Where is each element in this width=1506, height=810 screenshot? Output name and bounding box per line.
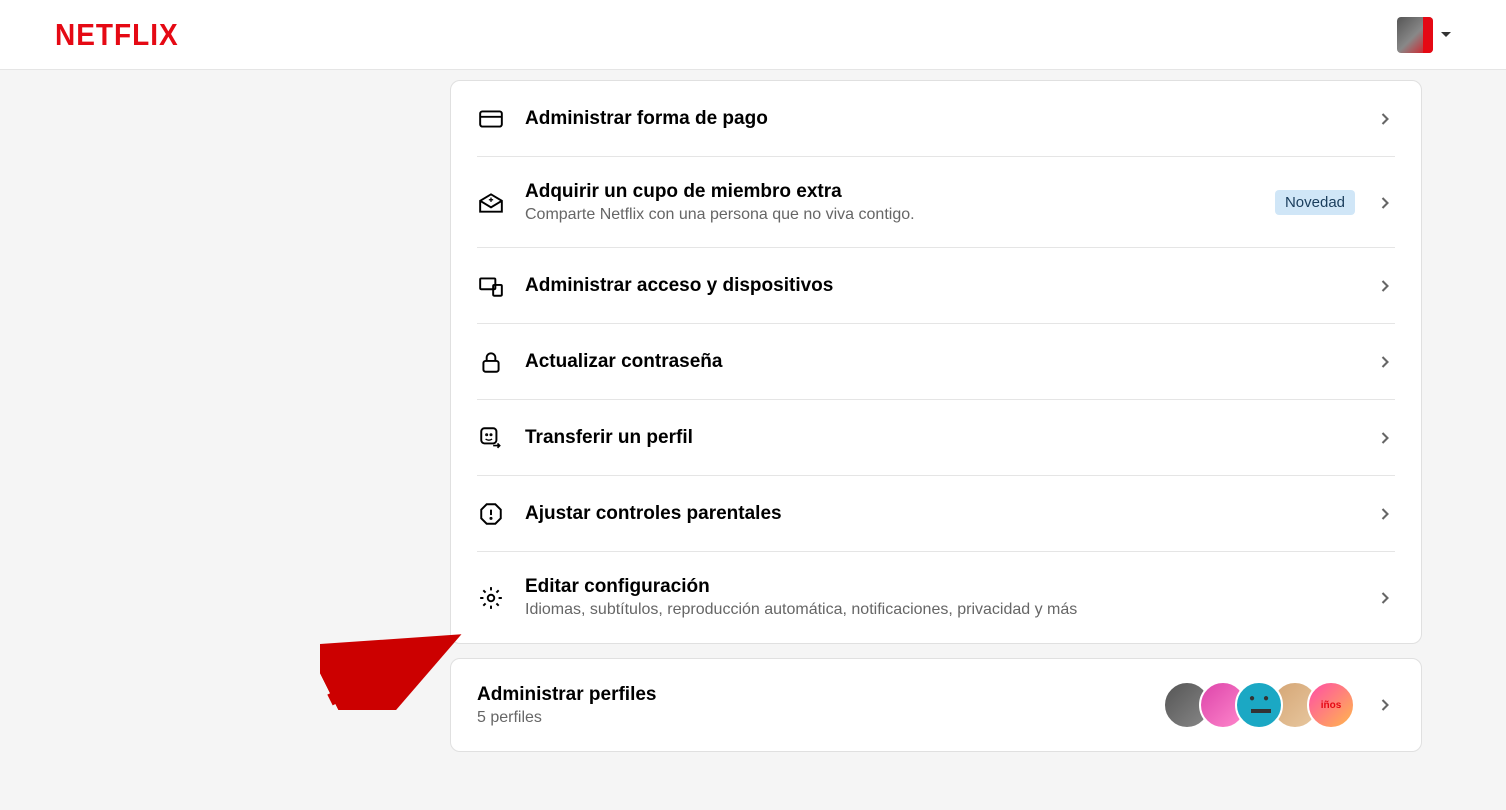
content-area: Administrar forma de pago Adquirir un cu…	[0, 70, 1506, 752]
gear-icon	[477, 584, 505, 612]
item-subtitle: Idiomas, subtítulos, reproducción automá…	[525, 601, 1355, 619]
credit-card-icon	[477, 105, 505, 133]
warning-octagon-icon	[477, 500, 505, 528]
item-text: Administrar acceso y dispositivos	[525, 275, 1355, 297]
profile-avatar-kids: iños	[1307, 681, 1355, 729]
caret-down-icon	[1441, 32, 1451, 37]
profile-menu-button[interactable]	[1397, 17, 1451, 53]
lock-icon	[477, 348, 505, 376]
chevron-right-icon	[1375, 695, 1395, 715]
item-title: Administrar acceso y dispositivos	[525, 275, 1355, 297]
manage-devices-item[interactable]: Administrar acceso y dispositivos	[451, 248, 1421, 324]
extra-member-item[interactable]: Adquirir un cupo de miembro extra Compar…	[451, 157, 1421, 248]
item-text: Transferir un perfil	[525, 427, 1355, 449]
item-title: Transferir un perfil	[525, 427, 1355, 449]
item-text: Ajustar controles parentales	[525, 503, 1355, 525]
chevron-right-icon	[1375, 428, 1395, 448]
chevron-right-icon	[1375, 588, 1395, 608]
profiles-title: Administrar perfiles	[477, 684, 1143, 706]
update-password-item[interactable]: Actualizar contraseña	[451, 324, 1421, 400]
chevron-right-icon	[1375, 504, 1395, 524]
profile-avatars-stack: iños	[1163, 681, 1355, 729]
manage-payment-item[interactable]: Administrar forma de pago	[451, 81, 1421, 157]
netflix-logo[interactable]: NETFLIX	[55, 17, 179, 52]
chevron-right-icon	[1375, 109, 1395, 129]
parental-controls-item[interactable]: Ajustar controles parentales	[451, 476, 1421, 552]
devices-icon	[477, 272, 505, 300]
profile-avatar-3	[1235, 681, 1283, 729]
manage-profiles-card[interactable]: Administrar perfiles 5 perfiles iños	[450, 658, 1422, 752]
item-title: Adquirir un cupo de miembro extra	[525, 181, 1255, 203]
item-title: Editar configuración	[525, 576, 1355, 598]
profiles-text: Administrar perfiles 5 perfiles	[477, 684, 1143, 727]
item-title: Actualizar contraseña	[525, 351, 1355, 373]
item-text: Editar configuración Idiomas, subtítulos…	[525, 576, 1355, 619]
settings-card: Administrar forma de pago Adquirir un cu…	[450, 80, 1422, 644]
item-title: Administrar forma de pago	[525, 108, 1355, 130]
item-subtitle: Comparte Netflix con una persona que no …	[525, 206, 1255, 224]
transfer-profile-item[interactable]: Transferir un perfil	[451, 400, 1421, 476]
profile-transfer-icon	[477, 424, 505, 452]
avatar	[1397, 17, 1433, 53]
chevron-right-icon	[1375, 352, 1395, 372]
item-text: Adquirir un cupo de miembro extra Compar…	[525, 181, 1255, 224]
item-text: Administrar forma de pago	[525, 108, 1355, 130]
app-header: NETFLIX	[0, 0, 1506, 70]
item-title: Ajustar controles parentales	[525, 503, 1355, 525]
envelope-plus-icon	[477, 189, 505, 217]
chevron-right-icon	[1375, 276, 1395, 296]
arrow-annotation	[320, 620, 470, 715]
edit-settings-item[interactable]: Editar configuración Idiomas, subtítulos…	[451, 552, 1421, 643]
new-badge: Novedad	[1275, 190, 1355, 215]
profiles-subtitle: 5 perfiles	[477, 709, 1143, 727]
chevron-right-icon	[1375, 193, 1395, 213]
item-text: Actualizar contraseña	[525, 351, 1355, 373]
